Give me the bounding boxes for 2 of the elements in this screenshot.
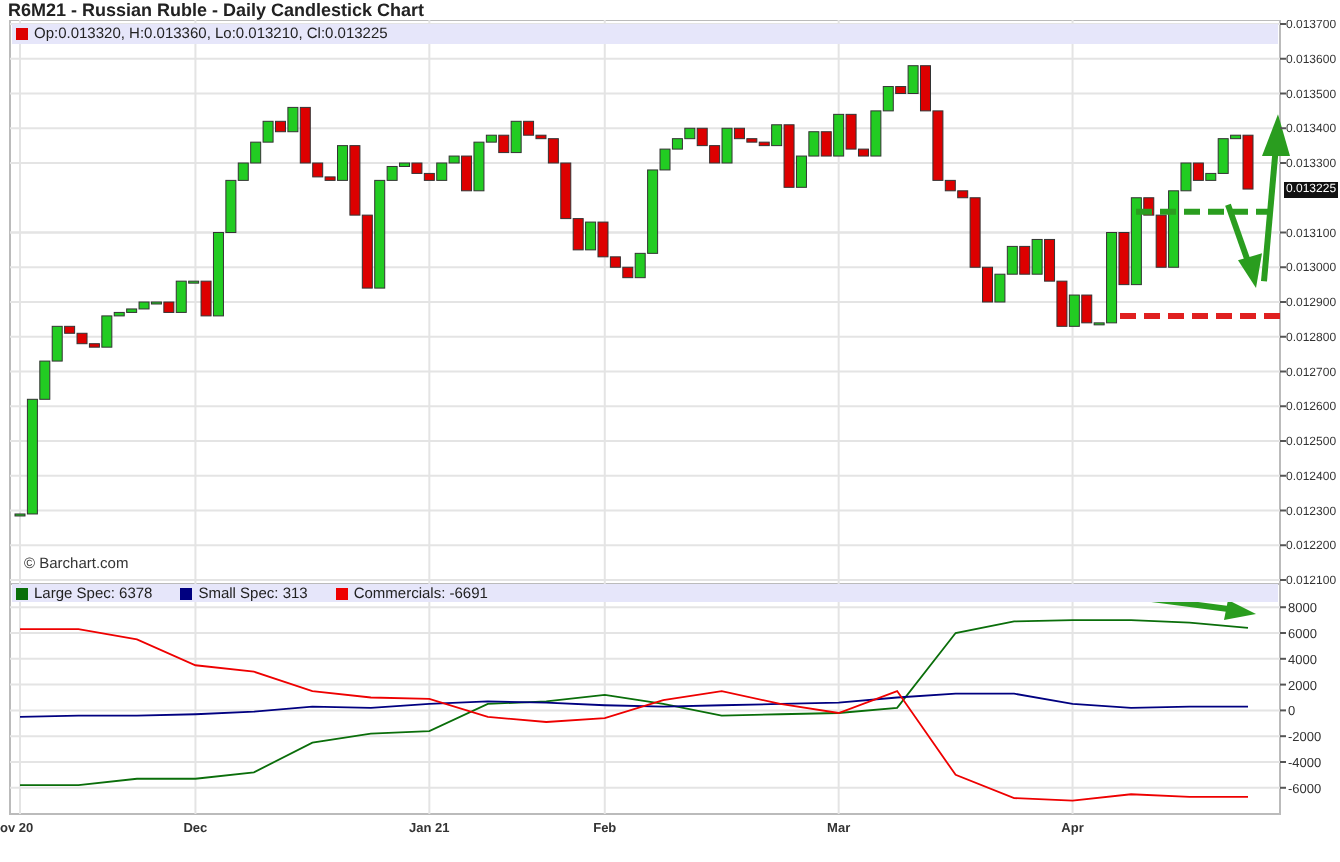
down-arrow-drawing — [1225, 203, 1262, 289]
chart-title: R6M21 - Russian Ruble - Daily Candlestick Chart — [6, 0, 427, 20]
